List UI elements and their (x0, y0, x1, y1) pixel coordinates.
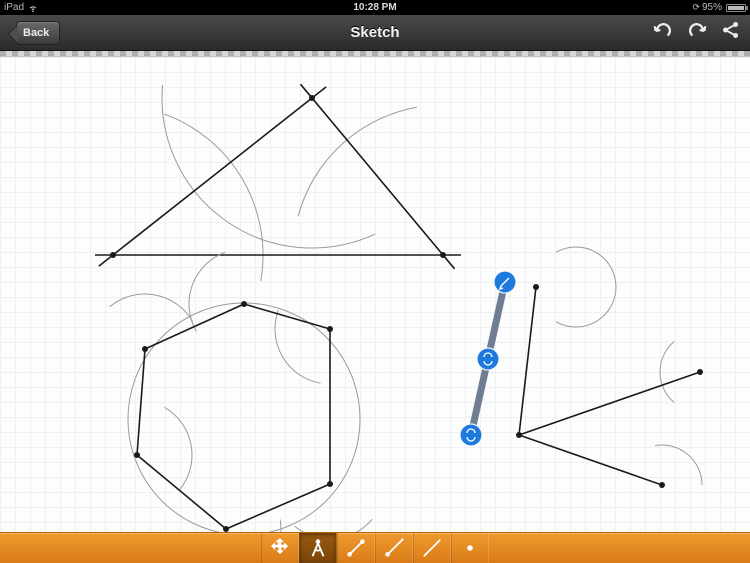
line-tool[interactable] (413, 533, 451, 563)
tool-toolbar (0, 532, 750, 563)
page-title: Sketch (350, 24, 399, 41)
point-tool[interactable] (451, 533, 489, 563)
undo-button[interactable] (652, 19, 674, 46)
share-button[interactable] (720, 19, 742, 46)
device-label: iPad (4, 2, 24, 13)
back-button[interactable]: Back (16, 21, 60, 45)
sketch-canvas[interactable] (0, 57, 750, 532)
segment-tool[interactable] (337, 533, 375, 563)
compass-tool[interactable] (299, 533, 337, 563)
nav-bar: Back Sketch (0, 15, 750, 51)
status-bar: iPad 10:28 PM ⟳ 95% (0, 0, 750, 15)
ray-tool[interactable] (375, 533, 413, 563)
move-tool[interactable] (261, 533, 299, 563)
battery-label: 95% (702, 2, 722, 13)
wifi-icon (28, 3, 38, 13)
orientation-lock-icon: ⟳ (692, 2, 700, 13)
clock: 10:28 PM (353, 2, 396, 13)
battery-icon (726, 4, 746, 12)
redo-button[interactable] (686, 19, 708, 46)
